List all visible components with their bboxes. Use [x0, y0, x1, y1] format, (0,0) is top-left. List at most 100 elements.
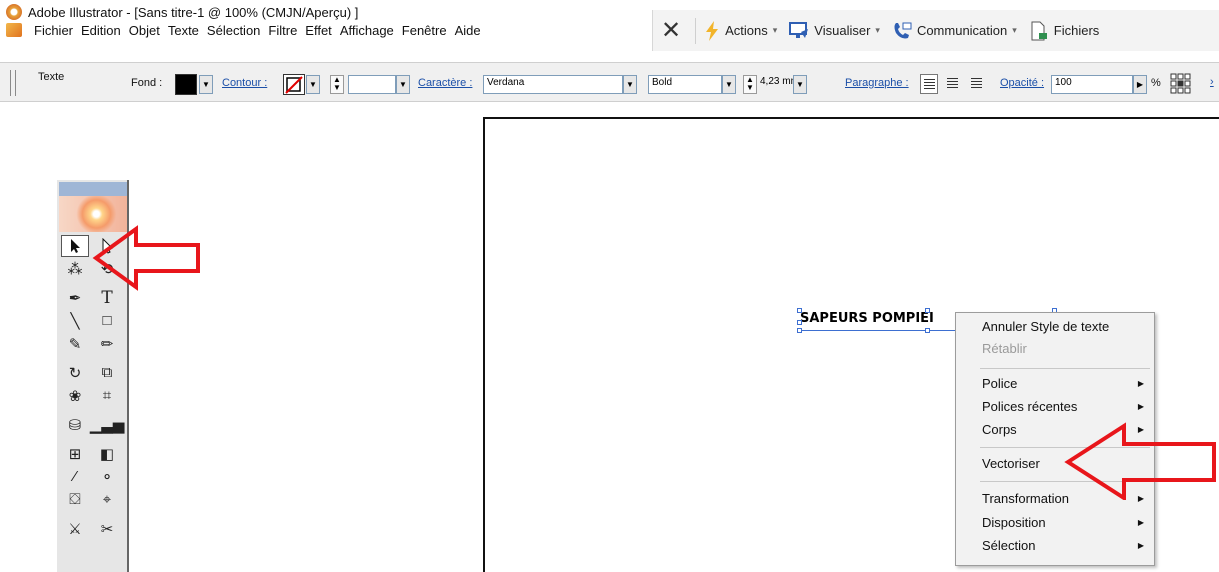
stroke-swatch[interactable]: [283, 74, 305, 95]
context-menu-item-annuler[interactable]: Annuler Style de texte: [982, 316, 1154, 338]
context-menu-item-disposition[interactable]: Disposition ▶: [982, 512, 1154, 534]
context-menu-item-polices-recentes[interactable]: Polices récentes ▶: [982, 396, 1154, 418]
fichiers-button[interactable]: Fichiers: [1029, 21, 1100, 41]
context-menu-item-label: Sélection: [982, 538, 1036, 553]
selection-handle[interactable]: [797, 308, 802, 313]
magic-wand-icon[interactable]: ⁂: [61, 258, 89, 280]
visualiser-label: Visualiser: [814, 23, 871, 38]
opacity-dropdown[interactable]: ▶: [1133, 75, 1147, 94]
stroke-weight-stepper[interactable]: ▲ ▼: [330, 75, 344, 94]
actions-button[interactable]: Actions ▾: [704, 20, 777, 41]
rectangle-icon[interactable]: □: [93, 310, 121, 332]
font-family-dropdown[interactable]: ▼: [623, 75, 637, 94]
actions-label: Actions: [725, 23, 768, 38]
communication-button[interactable]: Communication ▾: [892, 21, 1017, 41]
tools-panel-header[interactable]: [59, 182, 127, 196]
menu-separator: [980, 368, 1150, 369]
live-paint-select-icon[interactable]: ⌖: [93, 489, 121, 511]
fill-swatch[interactable]: [175, 74, 197, 95]
visualiser-button[interactable]: Visualiser ▾: [789, 21, 880, 40]
paintbrush-icon[interactable]: ✎: [61, 333, 89, 355]
menu-aide[interactable]: Aide: [451, 23, 485, 38]
font-size-stepper[interactable]: ▲ ▼: [743, 75, 757, 94]
selection-arrow-icon[interactable]: [61, 234, 89, 257]
caractere-link[interactable]: Caractère :: [418, 77, 472, 89]
tool-row: ⁄ ⚬: [61, 465, 125, 488]
tool-row: ✎ ✏: [61, 332, 125, 355]
selection-handle[interactable]: [797, 328, 802, 333]
menu-edition[interactable]: Edition: [77, 23, 125, 38]
menu-texte[interactable]: Texte: [164, 23, 203, 38]
opacite-link[interactable]: Opacité :: [1000, 77, 1044, 89]
chevron-down-icon: ▾: [1012, 25, 1017, 35]
context-menu-item-police[interactable]: Police ▶: [982, 373, 1154, 395]
font-size-field[interactable]: 4,23 mn: [757, 75, 793, 94]
font-size-dropdown[interactable]: ▼: [793, 75, 807, 94]
tool-row: ⊞ ◧: [61, 442, 125, 465]
menu-objet[interactable]: Objet: [125, 23, 164, 38]
title-row: Adobe Illustrator - [Sans titre-1 @ 100%…: [6, 3, 358, 21]
contour-link[interactable]: Contour :: [222, 77, 267, 89]
menu-effet[interactable]: Effet: [301, 23, 336, 38]
pencil-icon[interactable]: ✏: [93, 333, 121, 355]
warp-icon[interactable]: ❀: [61, 385, 89, 407]
context-menu-item-label: Polices récentes: [982, 399, 1078, 414]
menu-fenetre[interactable]: Fenêtre: [398, 23, 451, 38]
lightning-icon: [706, 20, 719, 41]
free-transform-icon[interactable]: ⌗: [93, 385, 121, 407]
text-baseline: [800, 330, 955, 331]
rotate-icon[interactable]: ↻: [61, 362, 89, 384]
menu-affichage[interactable]: Affichage: [336, 23, 398, 38]
window-title: Adobe Illustrator - [Sans titre-1 @ 100%…: [28, 4, 359, 20]
pen-icon[interactable]: ✒: [61, 287, 89, 309]
slice-icon[interactable]: ⚔: [61, 518, 89, 540]
live-paint-icon[interactable]: ⛋: [61, 489, 89, 511]
control-bar: Texte Fond : ▼ Contour : ▼ ▲ ▼ ▼ Caractèr…: [0, 62, 1219, 102]
font-style-dropdown[interactable]: ▼: [722, 75, 736, 94]
gradient-icon[interactable]: ◧: [93, 443, 121, 465]
more-link-icon[interactable]: ›: [1210, 76, 1214, 88]
align-center-button[interactable]: [944, 74, 962, 94]
scissors-icon[interactable]: ✂: [93, 518, 121, 540]
tool-row: ⚔ ✂: [61, 517, 125, 540]
mesh-icon[interactable]: ⊞: [61, 443, 89, 465]
font-family-field[interactable]: Verdana: [483, 75, 623, 94]
menu-fichier[interactable]: Fichier: [30, 23, 77, 38]
align-objects-icon[interactable]: [1170, 73, 1192, 95]
monitor-icon: [789, 21, 809, 38]
document-icon[interactable]: [6, 23, 22, 37]
submenu-arrow-icon: ▶: [1137, 541, 1144, 550]
fichiers-label: Fichiers: [1053, 23, 1100, 38]
paragraphe-link[interactable]: Paragraphe :: [845, 77, 909, 89]
font-style-field[interactable]: Bold: [648, 75, 722, 94]
align-left-button[interactable]: [920, 74, 938, 94]
line-icon[interactable]: ╲: [61, 310, 89, 332]
stroke-weight-dropdown[interactable]: ▼: [396, 75, 410, 94]
menu-selection[interactable]: Sélection: [203, 23, 264, 38]
context-menu-item-selection[interactable]: Sélection ▶: [982, 535, 1154, 557]
symbol-sprayer-icon[interactable]: ⛁: [61, 414, 89, 436]
selected-text-object[interactable]: SAPEURS POMPIEI: [800, 311, 934, 326]
selection-handle[interactable]: [925, 308, 930, 313]
toolbar-separator: [695, 17, 697, 44]
opacity-field[interactable]: 100: [1051, 75, 1133, 94]
blend-icon[interactable]: ⚬: [93, 466, 121, 488]
eyedropper-icon[interactable]: ⁄: [61, 466, 89, 488]
align-right-button[interactable]: [968, 74, 986, 94]
align-center-icon: [947, 78, 958, 89]
menu-filtre[interactable]: Filtre: [264, 23, 301, 38]
scale-icon[interactable]: ⧉: [93, 362, 121, 384]
control-bar-grip[interactable]: [10, 70, 16, 96]
stroke-dropdown[interactable]: ▼: [306, 75, 320, 94]
context-menu-item-label: Transformation: [982, 491, 1069, 506]
stroke-weight-field[interactable]: [348, 75, 396, 94]
close-icon[interactable]: ✕: [661, 18, 681, 43]
tool-row: ↻ ⧉: [61, 361, 125, 384]
tool-row: ❀ ⌗: [61, 384, 125, 407]
selection-handle[interactable]: [797, 320, 802, 325]
percent-label: %: [1151, 77, 1161, 89]
context-menu-item-label: Vectoriser: [982, 456, 1040, 471]
selection-handle[interactable]: [925, 328, 930, 333]
graph-icon[interactable]: ▁▃▅: [90, 414, 125, 436]
fill-dropdown[interactable]: ▼: [199, 75, 213, 94]
